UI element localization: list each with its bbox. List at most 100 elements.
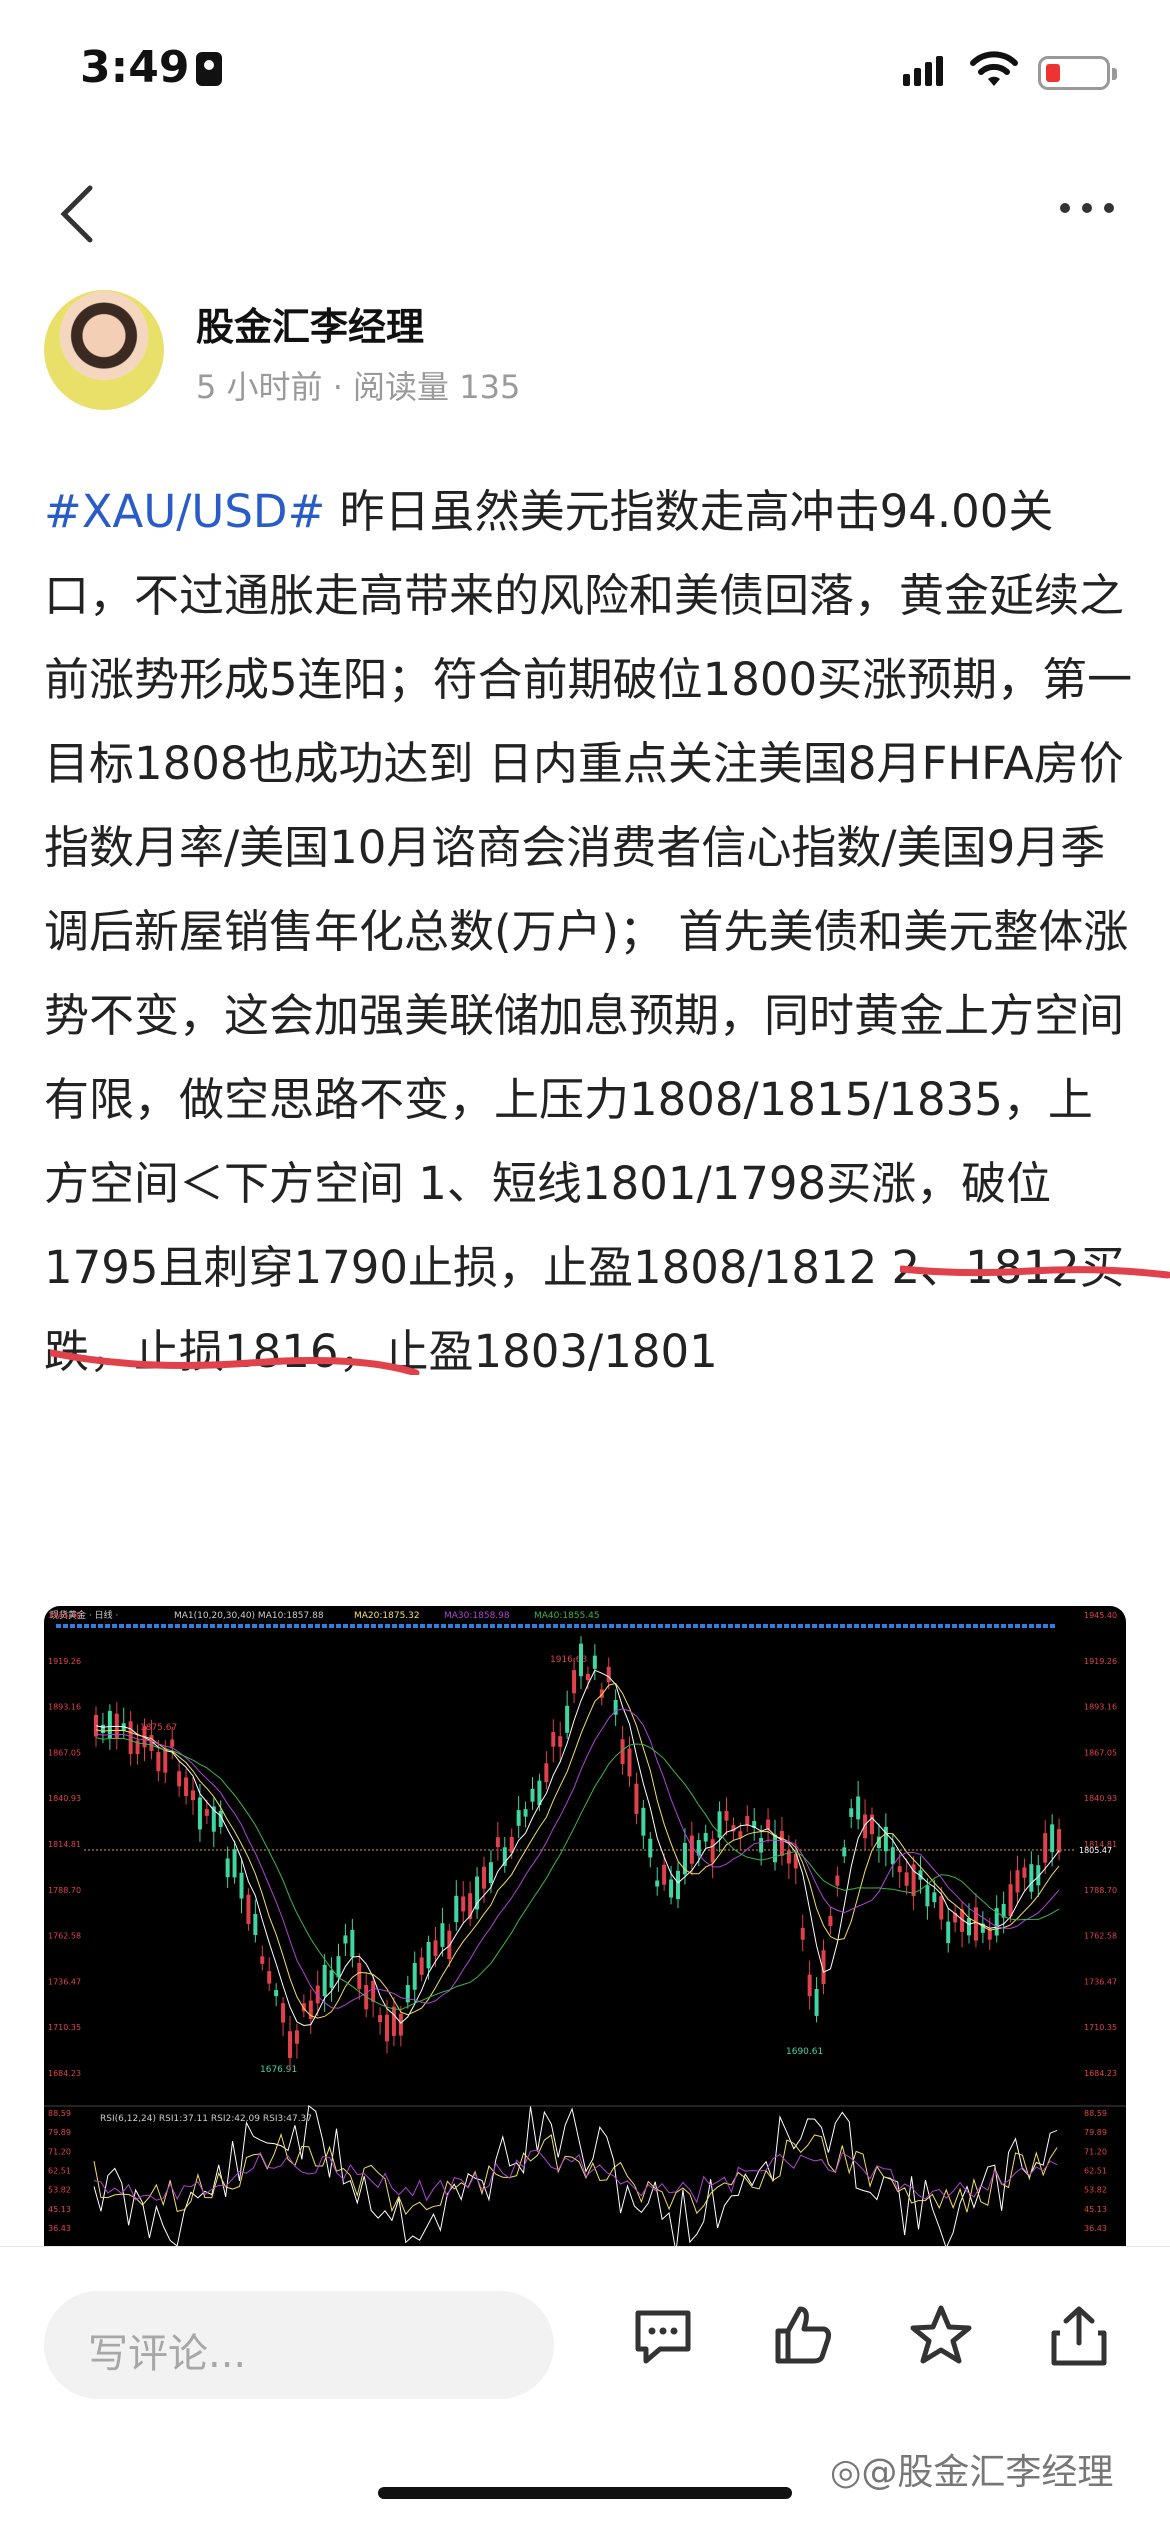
candle-body (710, 1839, 715, 1863)
annotation-low-1: 1676.91 (260, 2065, 297, 2075)
marker-dot (987, 1624, 992, 1628)
candle-body (440, 1923, 445, 1947)
candle-body (572, 1670, 577, 1694)
marker-dot (623, 1624, 628, 1628)
candle-body (779, 1830, 784, 1856)
gold-candlestick-chart[interactable]: 现货黄金 · 日线 · MA1(10,20,30,40) MA10:1857.8… (44, 1606, 1126, 2246)
candle-body (724, 1810, 729, 1821)
marker-dot (126, 1624, 131, 1628)
avatar[interactable] (44, 290, 164, 410)
candle-body (281, 2003, 286, 2023)
candle-body (897, 1866, 902, 1873)
thumbs-up-icon[interactable] (770, 2303, 836, 2369)
marker-dot (959, 1624, 964, 1628)
marker-dot (602, 1624, 607, 1628)
marker-dot (91, 1624, 96, 1628)
marker-dot (588, 1624, 593, 1628)
marker-dot (924, 1624, 929, 1628)
marker-dot (805, 1624, 810, 1628)
marker-dot (259, 1624, 264, 1628)
candle-body (385, 2014, 389, 2042)
marker-dot (546, 1624, 551, 1628)
candle-body (904, 1872, 909, 1886)
candle-body (197, 1797, 202, 1830)
candle-body (225, 1858, 230, 1878)
candle-body (191, 1790, 195, 1801)
more-options-icon[interactable] (1060, 198, 1130, 228)
marker-dot (1015, 1624, 1020, 1628)
candle-body (1050, 1824, 1055, 1853)
candle-body (662, 1864, 667, 1885)
candle-body (177, 1771, 182, 1787)
rsi-tick-label: 79.89 (1084, 2128, 1107, 2137)
marker-dot (581, 1624, 586, 1628)
candle-body (1015, 1870, 1020, 1893)
marker-dot (483, 1624, 488, 1628)
candle-body (391, 2006, 396, 2036)
marker-dot (742, 1624, 747, 1628)
candle-body (863, 1814, 868, 1839)
star-icon[interactable] (908, 2303, 974, 2369)
marker-dot (672, 1624, 677, 1628)
candle-body (558, 1736, 563, 1747)
candle-body (1029, 1864, 1034, 1892)
status-bar: 3:49 (0, 0, 1170, 150)
comment-input[interactable]: 写评论... (44, 2291, 554, 2399)
ma-line-1 (95, 1669, 1060, 2026)
marker-dot (945, 1624, 950, 1628)
marker-dot (301, 1624, 306, 1628)
comment-icon[interactable] (630, 2303, 696, 2369)
candle-body (260, 1956, 265, 1964)
rsi-tick-label-left: 36.43 (48, 2224, 71, 2233)
marker-dot (1036, 1624, 1041, 1628)
chart-header-ma: MA1(10,20,30,40) MA10:1857.88 (174, 1611, 324, 1621)
marker-dot (476, 1624, 481, 1628)
candle-body (475, 1876, 480, 1910)
rsi-tick-label-left: 45.13 (48, 2205, 71, 2214)
hashtag-link[interactable]: #XAU/USD# (44, 485, 325, 538)
marker-dot (105, 1624, 110, 1628)
marker-dot (728, 1624, 733, 1628)
share-icon[interactable] (1046, 2303, 1112, 2369)
candle-body (405, 1985, 410, 2003)
price-tick-label: 1736.47 (1084, 1977, 1117, 1986)
marker-dot (140, 1624, 145, 1628)
candle-body (461, 1896, 466, 1912)
back-chevron-icon[interactable] (52, 184, 102, 244)
candle-body (163, 1748, 168, 1773)
marker-dot (245, 1624, 250, 1628)
candle-body (946, 1921, 951, 1944)
marker-dot (833, 1624, 838, 1628)
marker-dot (133, 1624, 138, 1628)
candle-body (495, 1837, 500, 1848)
candle-body (426, 1941, 431, 1969)
author-name[interactable]: 股金汇李经理 (196, 296, 424, 351)
marker-dot (231, 1624, 236, 1628)
marker-dot (812, 1624, 817, 1628)
marker-dot (1022, 1624, 1027, 1628)
price-tick-label: 1684.23 (1084, 2069, 1117, 2078)
marker-dot (364, 1624, 369, 1628)
price-tick-label: 1919.26 (1084, 1657, 1117, 1666)
marker-dot (406, 1624, 411, 1628)
marker-dot (98, 1624, 103, 1628)
rsi-tick-label-left: 62.51 (48, 2167, 71, 2176)
marker-dot (315, 1624, 320, 1628)
marker-dot (455, 1624, 460, 1628)
red-highlight-underline (50, 1349, 420, 1375)
marker-dot (791, 1624, 796, 1628)
marker-dot (154, 1624, 159, 1628)
marker-dot (287, 1624, 292, 1628)
candle-body (759, 1837, 764, 1853)
price-tick-label-left: 1788.70 (48, 1886, 81, 1895)
bottom-action-bar: 写评论... ◎@股金汇李经理 (0, 2246, 1170, 2533)
marker-dot (1008, 1624, 1013, 1628)
price-tick-label-left: 1945.40 (48, 1611, 81, 1620)
home-indicator[interactable] (378, 2487, 792, 2499)
candle-body (807, 1974, 812, 1997)
candle-body (627, 1748, 632, 1777)
rsi-tick-label: 53.82 (1084, 2186, 1107, 2195)
candle-body (204, 1809, 209, 1816)
marker-dot (469, 1624, 474, 1628)
marker-dot (399, 1624, 404, 1628)
